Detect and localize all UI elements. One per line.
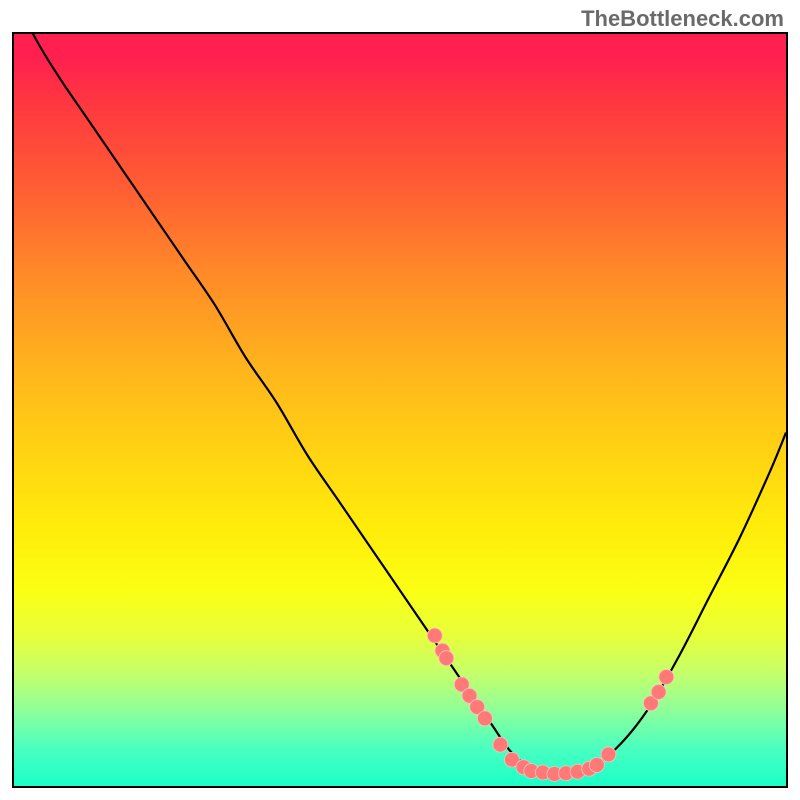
data-point (493, 737, 508, 752)
data-point (439, 651, 454, 666)
attribution-text: TheBottleneck.com (581, 6, 784, 32)
chart-svg (14, 34, 786, 786)
data-point (601, 747, 616, 762)
data-point (477, 711, 492, 726)
bottleneck-curve (14, 34, 786, 775)
chart-frame (12, 32, 788, 788)
data-point (651, 685, 666, 700)
data-point (589, 757, 604, 772)
data-point (427, 628, 442, 643)
data-point (659, 669, 674, 684)
